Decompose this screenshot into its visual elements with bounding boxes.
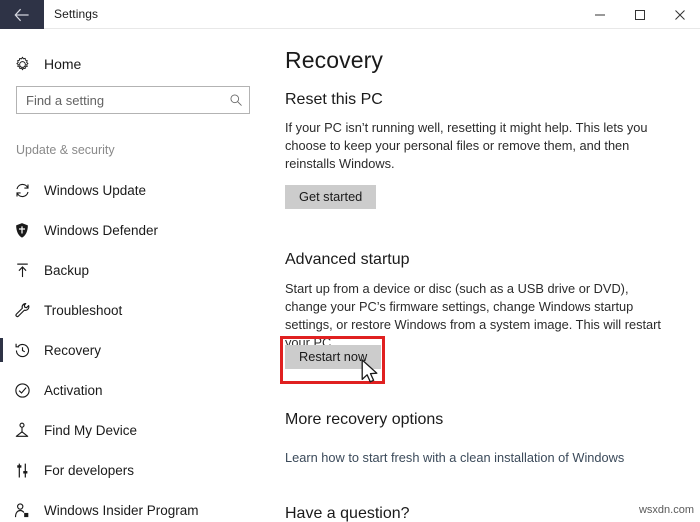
gear-icon bbox=[0, 56, 44, 73]
window-title: Settings bbox=[54, 7, 99, 21]
section-heading-advanced-startup: Advanced startup bbox=[285, 251, 410, 268]
sidebar-item-windows-update[interactable]: Windows Update bbox=[0, 170, 272, 210]
watermark: wsxdn.com bbox=[638, 504, 694, 516]
section-heading-more-recovery-options: More recovery options bbox=[285, 411, 444, 428]
search-icon[interactable] bbox=[223, 93, 249, 107]
sidebar-item-label: Troubleshoot bbox=[44, 302, 123, 318]
minimize-icon bbox=[594, 9, 606, 21]
selection-indicator bbox=[0, 338, 3, 362]
sidebar-item-troubleshoot[interactable]: Troubleshoot bbox=[0, 290, 272, 330]
wrench-icon bbox=[0, 302, 44, 319]
sidebar-item-windows-defender[interactable]: Windows Defender bbox=[0, 210, 272, 250]
section-heading-reset-this-pc: Reset this PC bbox=[285, 91, 383, 108]
sidebar-item-label: Windows Update bbox=[44, 182, 147, 198]
sidebar-home-label: Home bbox=[44, 56, 82, 72]
sidebar-nav-list: Windows Update Windows Defender Backup T… bbox=[0, 170, 272, 522]
search-input[interactable] bbox=[17, 92, 223, 108]
get-started-button[interactable]: Get started bbox=[285, 185, 377, 209]
minimize-button[interactable] bbox=[580, 0, 620, 29]
sidebar-item-label: Windows Insider Program bbox=[44, 502, 199, 518]
close-button[interactable] bbox=[660, 0, 700, 29]
refresh-icon bbox=[0, 182, 44, 199]
settings-window: Settings Home Find a setting Update & se… bbox=[0, 0, 700, 522]
sidebar-item-windows-insider-program[interactable]: Windows Insider Program bbox=[0, 490, 272, 522]
sidebar-item-backup[interactable]: Backup bbox=[0, 250, 272, 290]
maximize-icon bbox=[634, 9, 646, 21]
sidebar-item-for-developers[interactable]: For developers bbox=[0, 450, 272, 490]
back-button[interactable] bbox=[0, 0, 44, 29]
sidebar-item-home[interactable]: Home bbox=[0, 47, 272, 81]
sidebar-item-label: Backup bbox=[44, 262, 90, 278]
window-controls bbox=[580, 0, 700, 29]
start-fresh-link[interactable]: Learn how to start fresh with a clean in… bbox=[285, 450, 624, 465]
section-heading-have-a-question: Have a question? bbox=[285, 505, 410, 522]
sliders-icon bbox=[0, 462, 44, 479]
search-box[interactable] bbox=[16, 86, 250, 114]
section-body-reset-this-pc: If your PC isn’t running well, resetting… bbox=[285, 120, 648, 171]
sidebar-group-label: Update & security bbox=[16, 143, 115, 157]
find-device-icon bbox=[0, 422, 44, 439]
sidebar-item-activation[interactable]: Activation bbox=[0, 370, 272, 410]
check-circle-icon bbox=[0, 382, 44, 399]
person-badge-icon bbox=[0, 502, 44, 519]
backup-upload-icon bbox=[0, 262, 44, 279]
page-title: Recovery bbox=[285, 47, 383, 73]
sidebar-item-label: Find My Device bbox=[44, 422, 138, 438]
sidebar: Home Update & security bbox=[0, 29, 272, 522]
sidebar-item-label: For developers bbox=[44, 462, 135, 478]
shield-icon bbox=[0, 222, 44, 239]
maximize-button[interactable] bbox=[620, 0, 660, 29]
sidebar-item-label: Recovery bbox=[44, 342, 102, 358]
history-clock-icon bbox=[0, 342, 44, 359]
title-bar: Settings bbox=[0, 0, 700, 29]
close-icon bbox=[674, 9, 686, 21]
sidebar-item-find-my-device[interactable]: Find My Device bbox=[0, 410, 272, 450]
section-body-advanced-startup: Start up from a device or disc (such as … bbox=[285, 281, 661, 350]
back-arrow-icon bbox=[14, 8, 30, 22]
sidebar-item-label: Windows Defender bbox=[44, 222, 159, 238]
sidebar-item-label: Activation bbox=[44, 382, 103, 398]
main-content: Recovery Reset this PC If your PC isn’t … bbox=[272, 29, 700, 522]
sidebar-item-recovery[interactable]: Recovery bbox=[0, 330, 272, 370]
restart-now-button[interactable]: Restart now bbox=[285, 345, 382, 369]
